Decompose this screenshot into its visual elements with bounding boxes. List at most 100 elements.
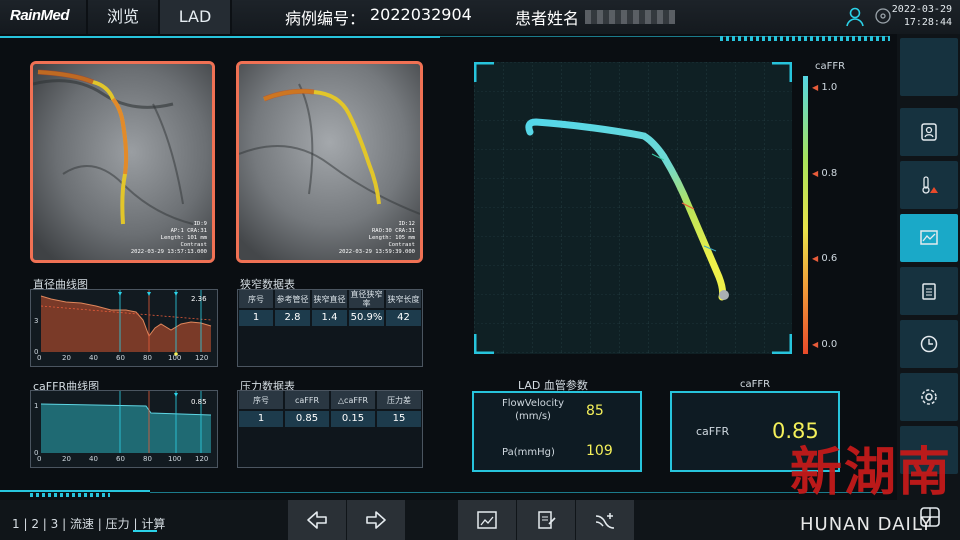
divider [230,0,232,34]
frame-line [150,492,890,493]
frame-line [0,490,150,492]
sidebar-item-settings[interactable] [900,373,958,421]
x-tick: 40 [89,354,98,362]
arrow-right-icon [366,511,386,529]
x-tick: 100 [168,455,182,463]
caffr-result-title: caFFR [740,379,771,390]
date: 2022-03-29 [891,4,952,15]
step-pressure[interactable]: 压力 [106,517,130,531]
edit-document-icon [538,511,556,529]
image-grid-icon [477,511,497,529]
angio-image-2[interactable]: ID:12 RAO:30 CRA:31 Length: 105 mm Contr… [236,61,423,263]
table-header: 直径狭窄率 [349,290,384,308]
step-3[interactable]: 3 [51,517,59,531]
frame-dashes [30,493,110,497]
time: 17:28:44 [903,17,952,28]
image-2-info: ID:12 RAO:30 CRA:31 Length: 105 mm Contr… [338,221,415,255]
tab-browse[interactable]: 浏览 [88,0,158,34]
caffr-value-label: 0.85 [191,398,207,406]
thermometer-icon [922,176,938,194]
colorbar-tick: ◀ 1.0 [812,82,838,93]
caffr-chart[interactable]: 1 0 0.85 0 20 40 60 80 100 120 [30,390,218,468]
sidebar-item-analysis[interactable] [900,214,958,262]
flow-velocity-value[interactable]: 85 [586,403,604,419]
x-tick: 80 [143,354,152,362]
table-cell[interactable]: 1 [239,310,273,326]
gear-icon [921,389,937,405]
caffr-result-label: caFFR [696,425,730,438]
clock-icon [920,335,938,353]
case-number-label: 病例编号： [285,9,366,28]
clock: 2022-03-29 17:28:44 [892,3,952,29]
colorbar-tick: ◀ 0.6 [812,253,838,264]
app-logo: RainMed [10,7,70,24]
sidebar-item-report[interactable] [900,267,958,315]
sidebar-item-thermometer[interactable] [900,161,958,209]
table-cell[interactable]: 1 [239,411,283,427]
pa-value[interactable]: 109 [586,443,613,459]
x-tick: 0 [37,354,42,362]
tab-lad[interactable]: LAD [160,0,230,34]
case-number: 2022032904 [370,5,472,24]
pa-label: Pa(mmHg) [502,447,555,458]
step-flow[interactable]: 流速 [70,517,94,531]
x-tick: 120 [195,354,209,362]
step-compute[interactable]: 计算 [141,517,165,531]
diameter-chart[interactable]: 3 0 2.36 0 20 40 60 80 100 120 [30,289,218,367]
prev-button[interactable] [288,500,346,540]
x-tick: 60 [116,354,125,362]
table-header: caFFR [285,391,329,409]
stenosis-table: 序号 参考管径 狭窄直径 直径狭窄率 狭窄长度 1 2.8 1.4 50.9% … [237,289,423,367]
colorbar-tick: ◀ 0.0 [812,339,838,350]
table-header: 狭窄长度 [386,290,421,308]
flow-velocity-label: FlowVelocity (mm/s) [501,398,565,422]
x-tick: 20 [62,354,71,362]
image-export-button[interactable] [458,500,516,540]
edit-report-button[interactable] [517,500,575,540]
colorbar-tick: ◀ 0.8 [812,168,838,179]
x-tick: 40 [89,455,98,463]
pressure-table: 序号 caFFR △caFFR 压力差 1 0.85 0.15 15 [237,390,423,468]
user-icon[interactable] [844,6,866,28]
colorbar-title: caFFR [815,61,846,72]
frame-line [0,36,440,38]
watermark-cn: 新湖南 [790,442,953,503]
next-button[interactable] [347,500,405,540]
vessel-3d-view[interactable] [474,62,792,354]
image-analysis-icon [920,230,938,245]
sidebar-item-patient[interactable] [900,108,958,156]
y-tick: 1 [34,402,39,410]
step-1[interactable]: 1 [12,517,20,531]
sidebar-blank[interactable] [900,38,958,96]
table-header: △caFFR [331,391,375,409]
x-tick: 60 [116,455,125,463]
step-2[interactable]: 2 [31,517,39,531]
x-axis: 0 20 40 60 80 100 120 [31,455,217,465]
step-active-underline [133,530,157,532]
patient-name-label: 患者姓名 [515,9,580,28]
table-cell[interactable]: 0.85 [285,411,329,427]
disc-icon[interactable] [874,7,892,25]
sidebar-item-history[interactable] [900,320,958,368]
table-cell[interactable]: 50.9% [349,310,384,326]
arrow-left-icon [307,511,327,529]
angio-image-1[interactable]: ID:9 AP:1 CRA:31 Length: 101 mm Contrast… [30,61,215,263]
table-header: 参考管径 [275,290,310,308]
watermark-en: HUNAN DAILY [800,514,933,535]
table-header: 压力差 [377,391,421,409]
colorbar [803,76,808,354]
vessel-add-icon [595,513,615,529]
table-header: 序号 [239,290,273,308]
add-vessel-button[interactable] [576,500,634,540]
x-tick: 0 [37,455,42,463]
table-cell[interactable]: 0.15 [331,411,375,427]
table-cell[interactable]: 2.8 [275,310,310,326]
table-header: 序号 [239,391,283,409]
table-cell[interactable]: 1.4 [312,310,347,326]
x-tick: 20 [62,455,71,463]
table-cell[interactable]: 15 [377,411,421,427]
image-1-info: ID:9 AP:1 CRA:31 Length: 101 mm Contrast… [130,221,207,255]
table-cell[interactable]: 42 [386,310,421,326]
frame-dashes [720,36,890,41]
x-tick: 80 [143,455,152,463]
